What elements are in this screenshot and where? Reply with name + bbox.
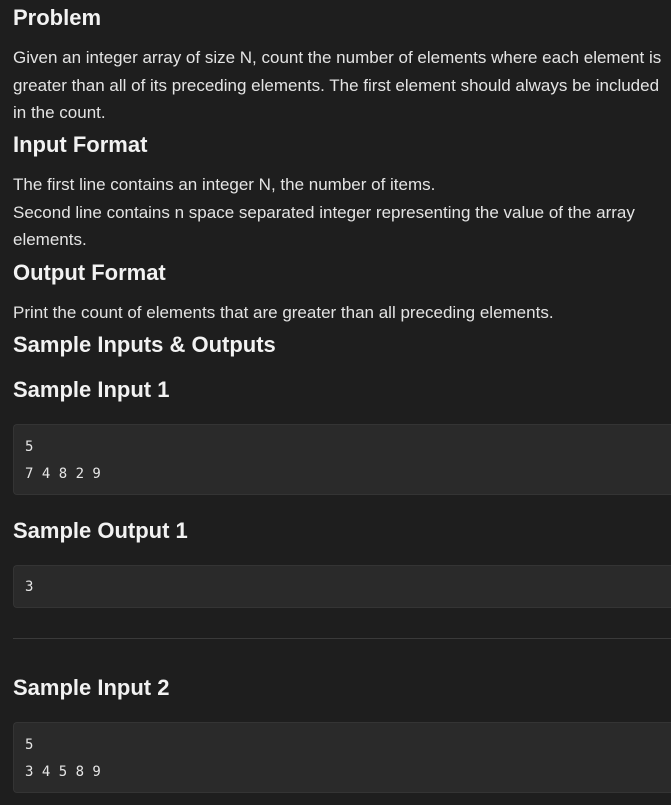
input-format-line-2: Second line contains n space separated i… — [13, 202, 635, 250]
code-line: 7 4 8 2 9 — [25, 466, 101, 482]
sample-output-1-code-block[interactable]: 3 — [13, 565, 671, 608]
section-divider — [13, 638, 671, 639]
output-format-description: Print the count of elements that are gre… — [13, 303, 554, 322]
output-format-heading: Output Format — [13, 260, 166, 285]
code-line: 3 4 5 8 9 — [25, 764, 101, 780]
input-format-heading: Input Format — [13, 132, 148, 157]
sample-output-1-heading: Sample Output 1 — [13, 518, 188, 543]
problem-description: Given an integer array of size N, count … — [13, 48, 662, 122]
input-format-description: The first line contains an integer N, th… — [13, 171, 665, 254]
problem-heading: Problem — [13, 5, 102, 30]
sample-input-2-code-block[interactable]: 5 3 4 5 8 9 — [13, 722, 671, 793]
input-format-line-1: The first line contains an integer N, th… — [13, 175, 436, 194]
code-line: 3 — [25, 579, 34, 595]
sample-input-1-code-block[interactable]: 5 7 4 8 2 9 — [13, 424, 671, 495]
code-line: 5 — [25, 439, 34, 455]
sample-input-1-heading: Sample Input 1 — [13, 377, 170, 402]
code-line: 5 — [25, 737, 34, 753]
sample-input-2-heading: Sample Input 2 — [13, 675, 170, 700]
samples-heading: Sample Inputs & Outputs — [13, 332, 276, 357]
